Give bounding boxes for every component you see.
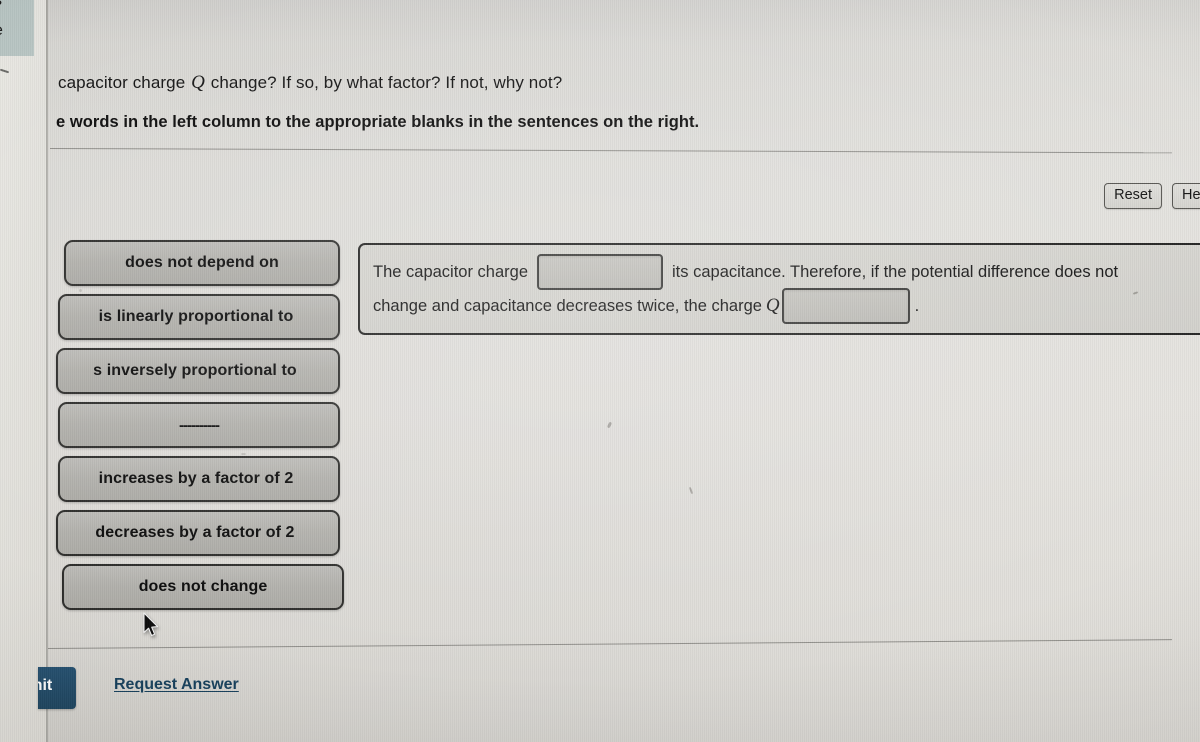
page-left-margin — [0, 0, 48, 742]
word-chip[interactable]: increases by a factor of 2 — [58, 456, 340, 502]
word-chip[interactable]: is linearly proportional to — [58, 294, 340, 340]
word-bank: does not depend on is linearly proportio… — [54, 240, 344, 618]
word-chip-label: does not change — [138, 578, 268, 595]
corner-tick-mark — [0, 68, 10, 76]
assignment-content-area: capacitor charge Q change? If so, by wha… — [38, 0, 1200, 742]
toolbar: Reset Help — [1104, 183, 1200, 209]
corner-panel-fragment: s e — [0, 0, 34, 56]
word-chip-label: s inversely proportional to — [93, 362, 297, 379]
corner-panel-line-2: e — [0, 22, 3, 40]
sentence-text-before-blank-1: The capacitor charge — [373, 262, 529, 281]
word-chip[interactable]: ---------- — [58, 402, 340, 448]
corner-panel-line-1: s — [0, 0, 2, 10]
word-chip[interactable]: s inversely proportional to — [56, 348, 340, 394]
word-chip-label: does not depend on — [125, 254, 279, 271]
word-chip-label: decreases by a factor of 2 — [95, 524, 295, 541]
charge-symbol-q: Q — [765, 295, 780, 316]
answer-blank-2[interactable] — [781, 288, 910, 324]
question-text-prefix: capacitor charge — [58, 73, 186, 92]
word-chip[interactable]: does not depend on — [64, 240, 340, 286]
question-text: capacitor charge Q change? If so, by wha… — [58, 72, 562, 94]
word-chip[interactable]: decreases by a factor of 2 — [56, 510, 340, 556]
submit-button-label: Submit — [38, 677, 53, 694]
bottom-divider — [47, 639, 1172, 649]
sentence-panel: The capacitor charge its capacitance. Th… — [358, 243, 1200, 335]
word-chip-label: ---------- — [179, 416, 220, 434]
word-chip-label: is linearly proportional to — [98, 308, 294, 325]
question-text-suffix: change? If so, by what factor? If not, w… — [210, 73, 563, 92]
sentence-line-1: The capacitor charge its capacitance. Th… — [372, 254, 1200, 290]
answer-blank-1[interactable] — [537, 254, 664, 290]
top-divider — [49, 148, 1172, 154]
sentence-period: . — [914, 296, 920, 315]
instruction-text: e words in the left column to the approp… — [56, 113, 700, 131]
sentence-line-2: change and capacitance decreases twice, … — [372, 288, 1200, 324]
sentence-text-after-blank-1: its capacitance. Therefore, if the poten… — [672, 262, 1119, 281]
help-button[interactable]: Help — [1172, 183, 1200, 209]
word-chip-label: increases by a factor of 2 — [98, 470, 294, 487]
reset-button[interactable]: Reset — [1104, 183, 1162, 209]
mouse-cursor-icon — [143, 612, 159, 637]
word-chip[interactable]: does not change — [62, 564, 344, 610]
request-answer-link[interactable]: Request Answer — [114, 676, 239, 694]
charge-symbol-q: Q — [191, 72, 205, 93]
sentence-text-before-blank-2: change and capacitance decreases twice, … — [373, 296, 762, 315]
submit-button[interactable]: Submit — [38, 667, 76, 709]
